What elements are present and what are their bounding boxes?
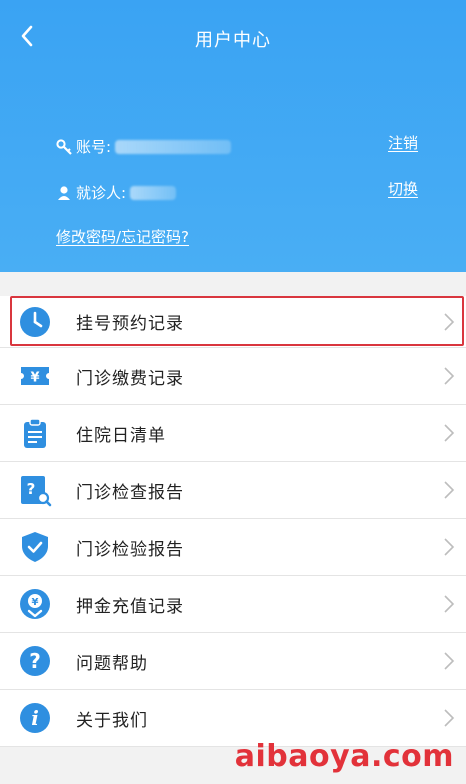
menu-item-label: 门诊检查报告 <box>76 482 184 503</box>
svg-text:i: i <box>31 706 39 730</box>
menu-item-exam-report[interactable]: ? 门诊检查报告 <box>0 462 466 519</box>
chevron-right-icon <box>444 312 455 331</box>
shield-check-icon <box>18 530 52 564</box>
menu-item-deposit-records[interactable]: ¥ 押金充值记录 <box>0 576 466 633</box>
password-link[interactable]: 修改密码/忘记密码? <box>56 226 189 247</box>
chevron-right-icon <box>444 481 455 499</box>
person-icon <box>56 185 72 201</box>
clipboard-icon <box>18 416 52 450</box>
chevron-right-icon <box>444 595 455 613</box>
report-search-icon: ? <box>18 473 52 507</box>
menu-item-label: 问题帮助 <box>76 653 148 674</box>
account-label: 账号: <box>76 138 112 156</box>
info-icon: i <box>18 701 52 735</box>
patient-row: 就诊人: <box>56 182 177 203</box>
svg-text:?: ? <box>29 649 41 673</box>
chevron-right-icon <box>444 538 455 556</box>
menu-item-label: 关于我们 <box>76 710 148 731</box>
chevron-right-icon <box>444 367 455 385</box>
page-title: 用户中心 <box>195 30 271 51</box>
account-value-redacted <box>115 139 232 154</box>
menu-list: 挂号预约记录 ¥ 门诊缴费记录 住院日清单 ? 门诊检查报告 门诊检验报告 ¥ … <box>0 296 466 747</box>
svg-text:¥: ¥ <box>30 371 39 386</box>
yen-download-icon: ¥ <box>18 587 52 621</box>
clock-icon <box>18 305 52 339</box>
chevron-right-icon <box>444 424 455 442</box>
patient-value-redacted <box>130 185 177 200</box>
header: 用户中心 账号: 注销 就诊人: 切换 修改密码/忘记密码? <box>0 0 466 272</box>
menu-item-help[interactable]: ? 问题帮助 <box>0 633 466 690</box>
menu-item-inpatient-list[interactable]: 住院日清单 <box>0 405 466 462</box>
question-icon: ? <box>18 644 52 678</box>
menu-item-label: 押金充值记录 <box>76 596 184 617</box>
svg-text:?: ? <box>27 480 36 498</box>
watermark: aibaoya.com <box>234 739 454 774</box>
menu-item-clinic-payment[interactable]: ¥ 门诊缴费记录 <box>0 348 466 405</box>
menu-item-label: 挂号预约记录 <box>76 314 184 334</box>
chevron-right-icon <box>444 652 455 670</box>
menu-item-label: 住院日清单 <box>76 425 166 446</box>
chevron-right-icon <box>444 709 455 727</box>
key-icon <box>56 138 72 155</box>
svg-text:¥: ¥ <box>32 597 39 608</box>
menu-item-label: 门诊缴费记录 <box>76 368 184 389</box>
account-row: 账号: <box>56 136 232 157</box>
ticket-yen-icon: ¥ <box>18 359 52 393</box>
switch-link[interactable]: 切换 <box>388 178 418 199</box>
menu-item-lab-report[interactable]: 门诊检验报告 <box>0 519 466 576</box>
logout-link[interactable]: 注销 <box>388 132 418 153</box>
menu-item-appointment-records[interactable]: 挂号预约记录 <box>0 296 466 348</box>
patient-label: 就诊人: <box>76 184 127 202</box>
menu-item-label: 门诊检验报告 <box>76 539 184 560</box>
